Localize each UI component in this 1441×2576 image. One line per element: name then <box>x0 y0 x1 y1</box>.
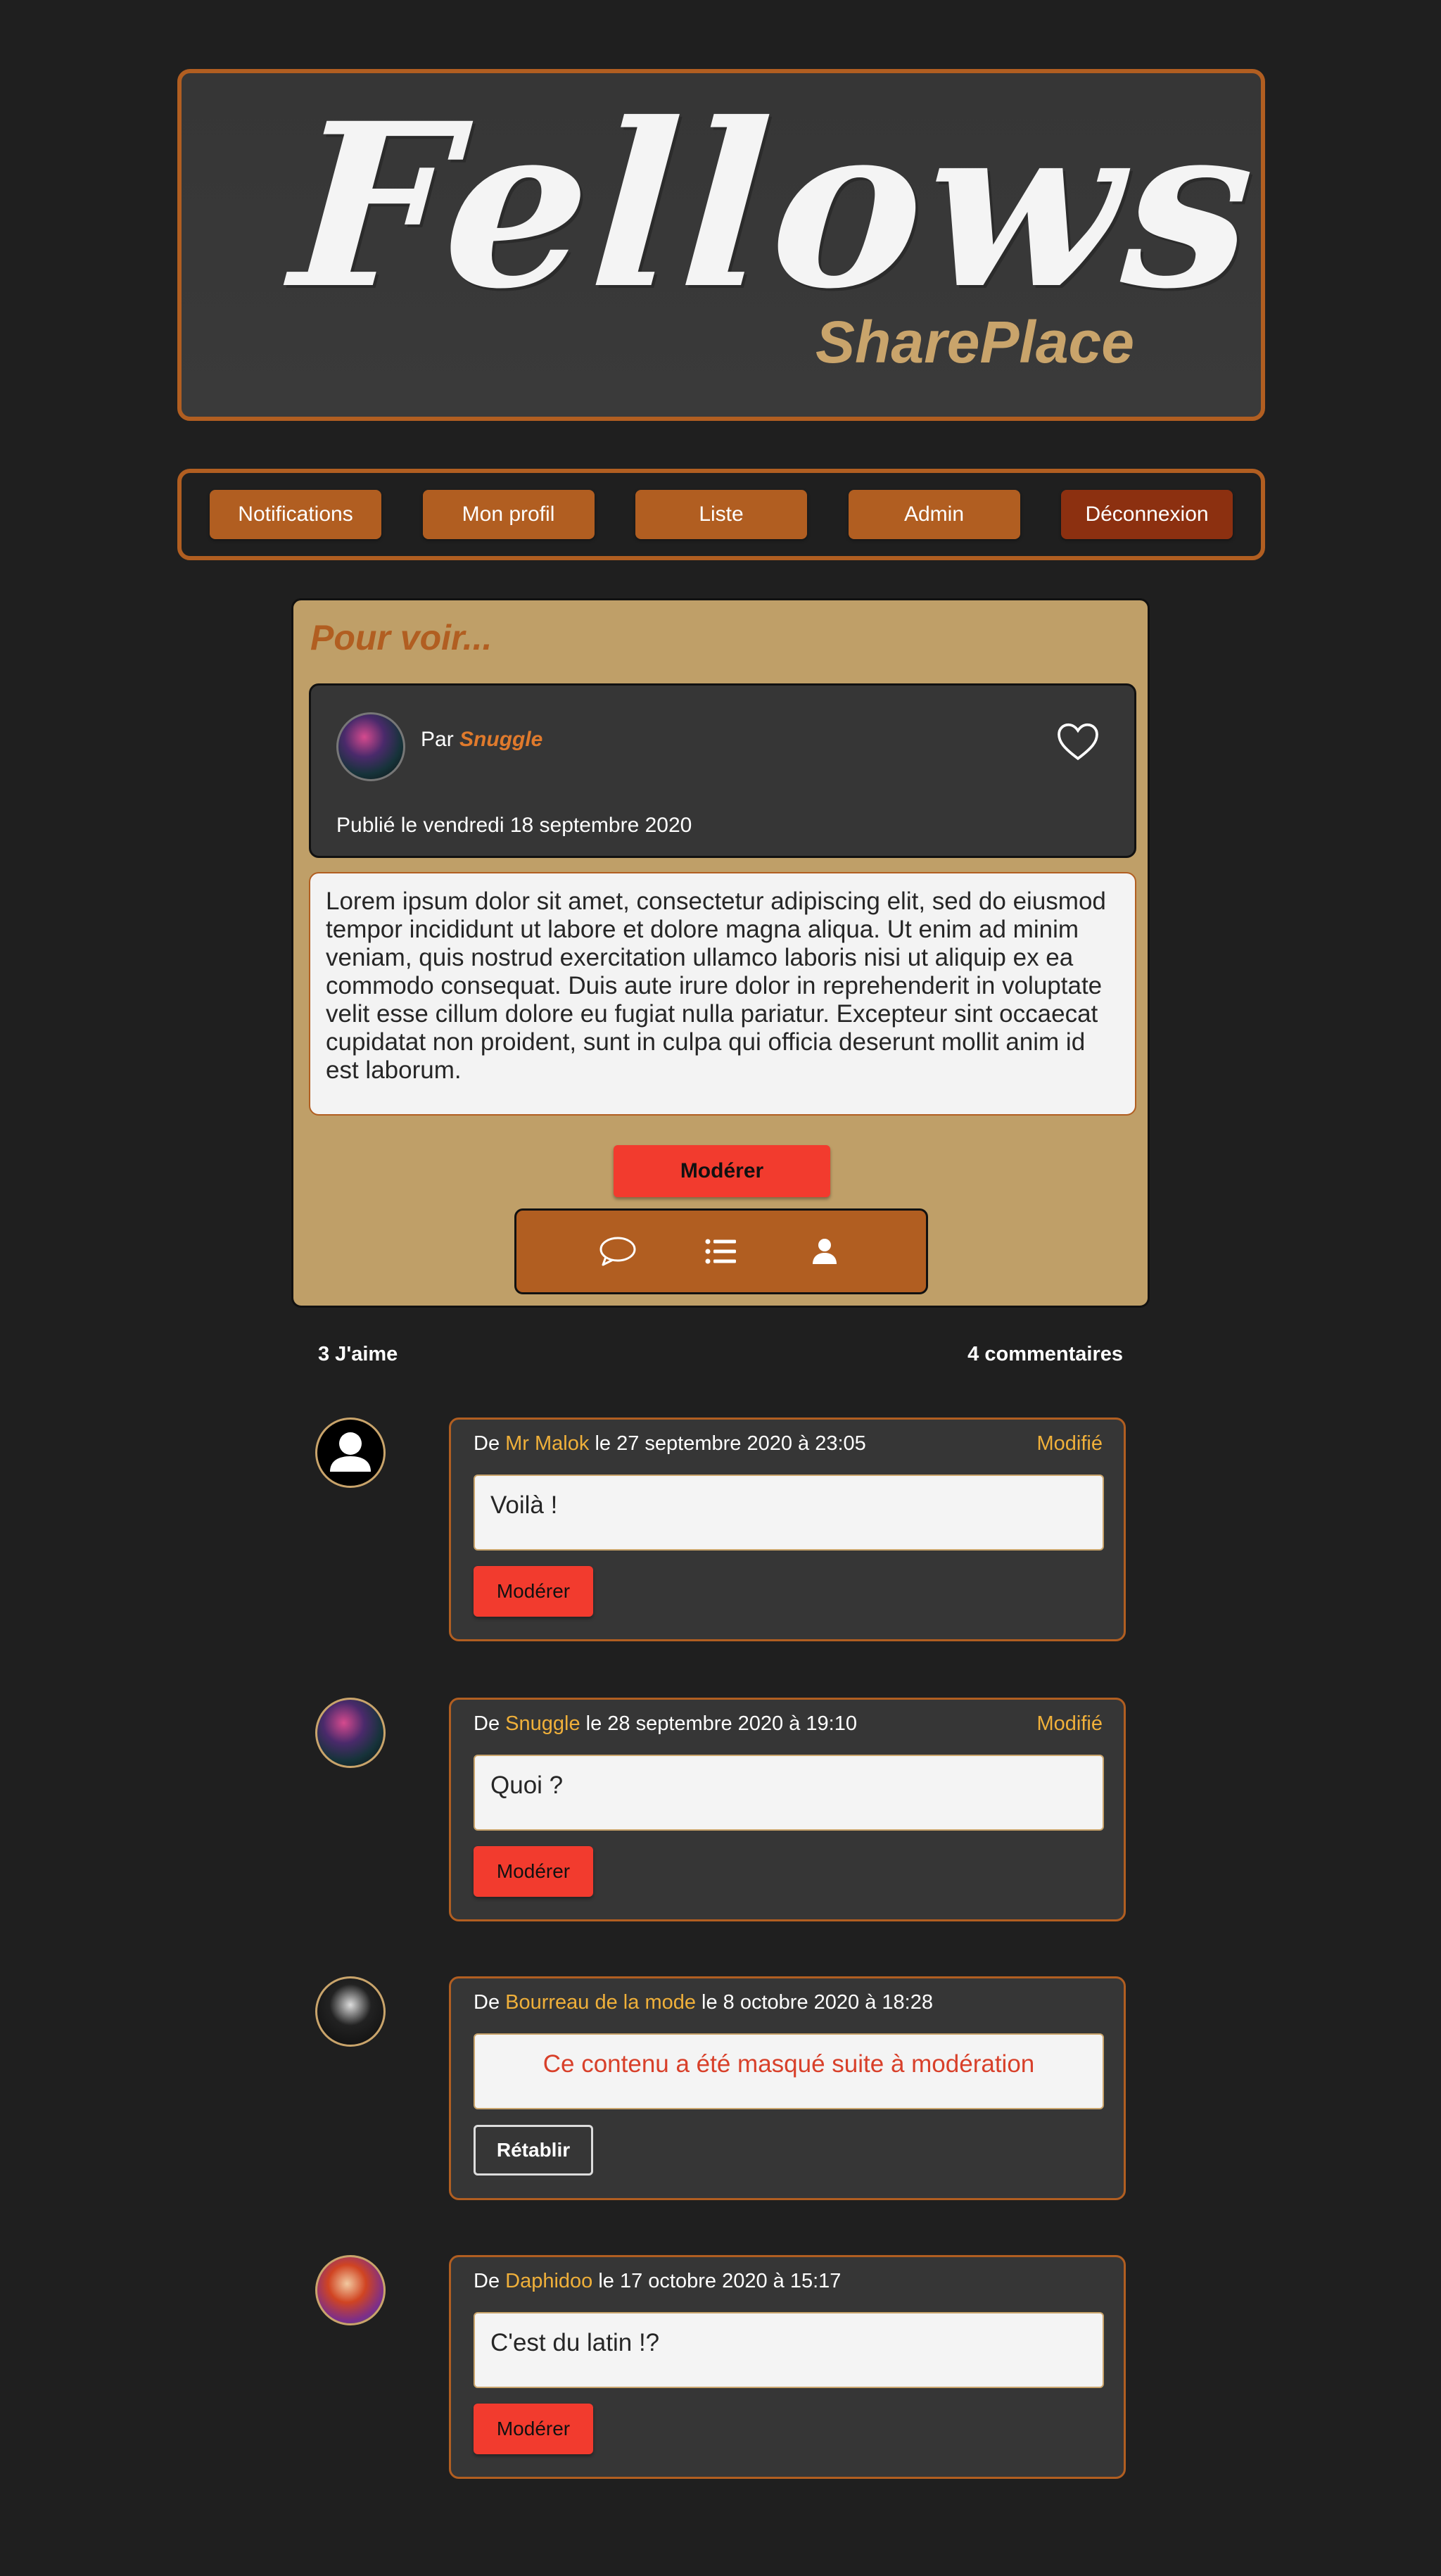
comment-avatar[interactable] <box>315 1976 386 2047</box>
comment-prefix: De <box>474 1432 500 1455</box>
moderate-post-button[interactable]: Modérer <box>614 1145 830 1197</box>
site-subtitle: SharePlace <box>815 309 1134 375</box>
comment-author-link[interactable]: Daphidoo <box>505 2270 592 2292</box>
list-icon[interactable] <box>700 1230 742 1273</box>
post-body: Lorem ipsum dolor sit amet, consectetur … <box>309 872 1136 1116</box>
moderated-notice: Ce contenu a été masqué suite à modérati… <box>474 2033 1104 2109</box>
like-heart-icon[interactable] <box>1057 722 1099 762</box>
comment-author-link[interactable]: Snuggle <box>505 1712 580 1735</box>
logout-button[interactable]: Déconnexion <box>1061 490 1233 539</box>
comment-text: C'est du latin !? <box>474 2312 1104 2388</box>
comment-author-link[interactable]: Mr Malok <box>505 1432 589 1455</box>
comment-avatar[interactable] <box>315 2255 386 2325</box>
post-byline: Par Snuggle <box>421 728 542 752</box>
comment-meta: De Bourreau de la mode le 8 octobre 2020… <box>474 1991 933 2014</box>
comment-date: le 27 septembre 2020 à 23:05 <box>595 1432 866 1455</box>
page: Fellows SharePlace Notifications Mon pro… <box>0 0 1441 2576</box>
post-date: Publié le vendredi 18 septembre 2020 <box>336 814 692 837</box>
comment-date: le 8 octobre 2020 à 18:28 <box>702 1991 933 2014</box>
post-header: Par Snuggle Publié le vendredi 18 septem… <box>309 683 1136 858</box>
notifications-button[interactable]: Notifications <box>210 490 381 539</box>
comment-card: De Snuggle le 28 septembre 2020 à 19:10 … <box>449 1698 1126 1921</box>
comment-prefix: De <box>474 1991 500 2014</box>
moderate-comment-button[interactable]: Modérer <box>474 2404 593 2454</box>
comment-prefix: De <box>474 1712 500 1735</box>
comment-text: Quoi ? <box>474 1755 1104 1831</box>
comment-author-link[interactable]: Bourreau de la mode <box>505 1991 696 2014</box>
main-nav: Notifications Mon profil Liste Admin Déc… <box>177 469 1265 560</box>
likes-count[interactable]: 3 J'aime <box>318 1343 398 1366</box>
my-profile-button[interactable]: Mon profil <box>422 490 595 539</box>
comment-meta: De Mr Malok le 27 septembre 2020 à 23:05 <box>474 1432 866 1456</box>
comment-meta: De Snuggle le 28 septembre 2020 à 19:10 <box>474 1712 857 1736</box>
default-user-icon <box>330 1432 371 1472</box>
restore-comment-button[interactable]: Rétablir <box>474 2125 593 2176</box>
comment-date: le 28 septembre 2020 à 19:10 <box>585 1712 857 1735</box>
header-banner: Fellows SharePlace <box>177 69 1266 421</box>
comment-card: De Daphidoo le 17 octobre 2020 à 15:17 C… <box>449 2255 1126 2479</box>
admin-button[interactable]: Admin <box>848 490 1020 539</box>
comments-count[interactable]: 4 commentaires <box>967 1343 1123 1366</box>
site-logo-title: Fellows <box>284 75 1266 339</box>
moderate-comment-button[interactable]: Modérer <box>474 1566 593 1617</box>
comment-prefix: De <box>474 2270 500 2292</box>
moderate-comment-button[interactable]: Modérer <box>474 1846 593 1897</box>
list-button[interactable]: Liste <box>635 490 807 539</box>
post-author-link[interactable]: Snuggle <box>459 728 542 751</box>
comment-avatar[interactable] <box>315 1698 386 1768</box>
comment-card: De Bourreau de la mode le 8 octobre 2020… <box>449 1976 1126 2200</box>
comment-meta: De Daphidoo le 17 octobre 2020 à 15:17 <box>474 2270 841 2293</box>
comment-card: De Mr Malok le 27 septembre 2020 à 23:05… <box>449 1418 1126 1641</box>
comment-icon[interactable] <box>597 1230 639 1273</box>
modified-label: Modifié <box>1036 1712 1103 1735</box>
modified-label: Modifié <box>1036 1432 1103 1455</box>
user-icon[interactable] <box>804 1230 846 1273</box>
comment-text: Voilà ! <box>474 1475 1104 1551</box>
post-card: Pour voir... Par Snuggle Publié le vendr… <box>291 598 1150 1308</box>
byline-prefix: Par <box>421 728 454 751</box>
comment-avatar[interactable] <box>315 1418 386 1488</box>
post-toolbar <box>514 1208 928 1294</box>
post-title: Pour voir... <box>310 618 493 657</box>
author-avatar[interactable] <box>336 712 405 781</box>
comment-date: le 17 octobre 2020 à 15:17 <box>598 2270 842 2292</box>
